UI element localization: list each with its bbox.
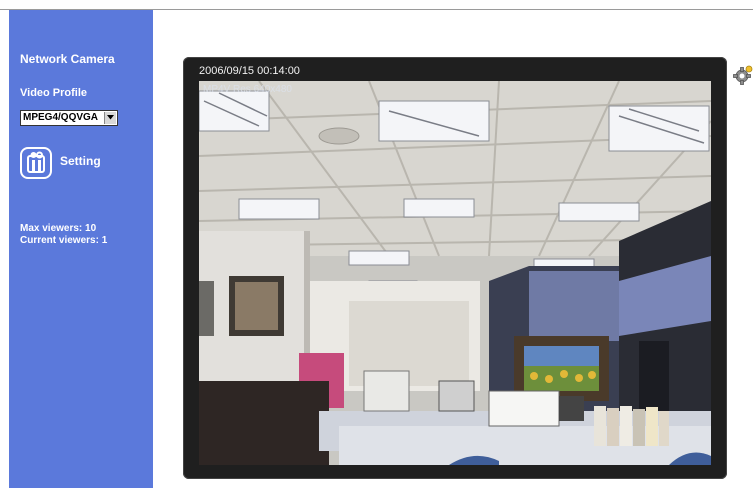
setting-link[interactable]: Setting [20, 147, 130, 179]
app-title: Network Camera [20, 52, 115, 66]
video-image [199, 81, 711, 465]
video-resolution-overlay: MP4V Res 640x480 [203, 84, 292, 95]
video-profile-select[interactable]: MPEG4/QQVGA [20, 110, 118, 126]
current-viewers: Current viewers: 1 [20, 235, 108, 246]
video-profile-value: MPEG4/QQVGA [23, 112, 99, 123]
video-timestamp: 2006/09/15 00:14:00 [199, 65, 300, 77]
max-viewers: Max viewers: 10 [20, 223, 97, 234]
live-video[interactable] [199, 81, 711, 465]
video-profile-label: Video Profile [20, 87, 88, 99]
chevron-down-icon[interactable] [104, 112, 116, 124]
video-frame: 2006/09/15 00:14:00 MP4V Res 640x480 [183, 57, 727, 479]
gear-icon[interactable] [733, 65, 753, 85]
setting-label[interactable]: Setting [60, 154, 101, 168]
tools-icon[interactable] [20, 147, 52, 179]
sidebar: Network Camera Video Profile MPEG4/QQVGA… [9, 10, 153, 488]
